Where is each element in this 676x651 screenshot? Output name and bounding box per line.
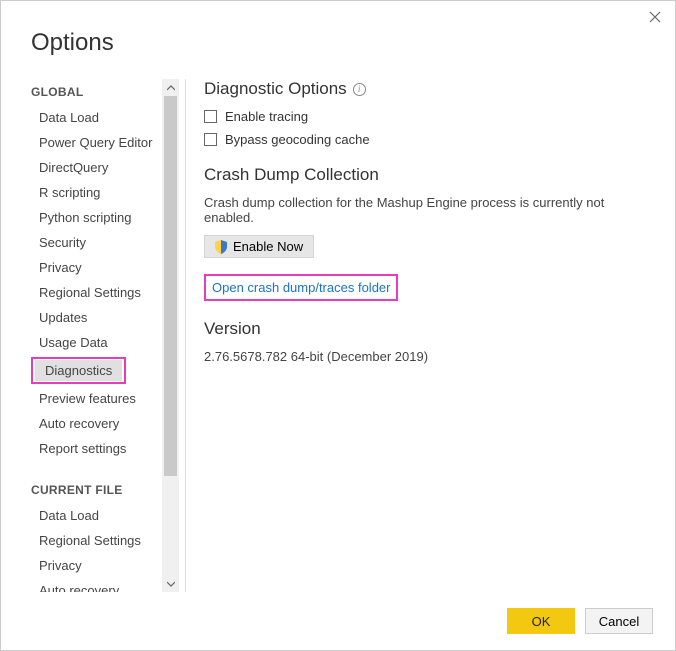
scroll-down-button[interactable] — [162, 575, 179, 592]
diagnostic-options-heading: Diagnostic Options i — [204, 79, 655, 99]
shield-icon — [215, 240, 227, 254]
open-folder-highlight: Open crash dump/traces folder — [204, 274, 398, 301]
vertical-divider — [185, 79, 186, 592]
ok-button[interactable]: OK — [507, 608, 575, 634]
open-crash-dump-folder-link[interactable]: Open crash dump/traces folder — [212, 280, 390, 295]
sidebar-item-power-query-editor[interactable]: Power Query Editor — [31, 130, 161, 155]
enable-now-label: Enable Now — [233, 239, 303, 254]
bypass-geocoding-checkbox[interactable] — [204, 133, 217, 146]
close-button[interactable] — [649, 11, 661, 27]
sidebar-item-updates[interactable]: Updates — [31, 305, 161, 330]
enable-now-button[interactable]: Enable Now — [204, 235, 314, 258]
info-icon[interactable]: i — [353, 83, 366, 96]
sidebar-item-cf-auto-recovery[interactable]: Auto recovery — [31, 578, 161, 592]
sidebar: GLOBAL Data Load Power Query Editor Dire… — [31, 79, 161, 592]
sidebar-item-r-scripting[interactable]: R scripting — [31, 180, 161, 205]
sidebar-item-auto-recovery[interactable]: Auto recovery — [31, 411, 161, 436]
version-text: 2.76.5678.782 64-bit (December 2019) — [204, 349, 655, 364]
sidebar-item-directquery[interactable]: DirectQuery — [31, 155, 161, 180]
open-folder-row: Open crash dump/traces folder — [204, 274, 655, 301]
options-dialog: Options GLOBAL Data Load Power Query Edi… — [0, 0, 676, 651]
section-header-global: GLOBAL — [31, 79, 161, 105]
dialog-title: Options — [1, 1, 675, 79]
close-icon — [649, 11, 661, 23]
diagnostic-options-heading-text: Diagnostic Options — [204, 79, 347, 99]
section-header-current-file: CURRENT FILE — [31, 477, 161, 503]
sidebar-item-python-scripting[interactable]: Python scripting — [31, 205, 161, 230]
sidebar-item-cf-privacy[interactable]: Privacy — [31, 553, 161, 578]
enable-tracing-row[interactable]: Enable tracing — [204, 109, 655, 124]
scroll-up-button[interactable] — [162, 79, 179, 96]
crash-dump-text: Crash dump collection for the Mashup Eng… — [204, 195, 655, 225]
sidebar-item-cf-regional-settings[interactable]: Regional Settings — [31, 528, 161, 553]
sidebar-item-cf-data-load[interactable]: Data Load — [31, 503, 161, 528]
sidebar-item-usage-data[interactable]: Usage Data — [31, 330, 161, 355]
chevron-down-icon — [167, 581, 175, 587]
chevron-up-icon — [167, 85, 175, 91]
dialog-footer: OK Cancel — [1, 592, 675, 650]
sidebar-item-diagnostics[interactable]: Diagnostics — [35, 360, 122, 381]
crash-dump-heading: Crash Dump Collection — [204, 165, 655, 185]
sidebar-wrap: GLOBAL Data Load Power Query Editor Dire… — [31, 79, 179, 592]
sidebar-item-privacy[interactable]: Privacy — [31, 255, 161, 280]
sidebar-item-report-settings[interactable]: Report settings — [31, 436, 161, 461]
content-row: GLOBAL Data Load Power Query Editor Dire… — [1, 79, 675, 592]
sidebar-item-preview-features[interactable]: Preview features — [31, 386, 161, 411]
main-panel: Diagnostic Options i Enable tracing Bypa… — [204, 79, 675, 592]
sidebar-item-security[interactable]: Security — [31, 230, 161, 255]
enable-tracing-checkbox[interactable] — [204, 110, 217, 123]
sidebar-scrollbar[interactable] — [162, 79, 179, 592]
version-heading: Version — [204, 319, 655, 339]
bypass-geocoding-label: Bypass geocoding cache — [225, 132, 370, 147]
scroll-thumb[interactable] — [164, 96, 177, 476]
sidebar-item-data-load[interactable]: Data Load — [31, 105, 161, 130]
cancel-button[interactable]: Cancel — [585, 608, 653, 634]
bypass-geocoding-row[interactable]: Bypass geocoding cache — [204, 132, 655, 147]
sidebar-item-diagnostics-highlight: Diagnostics — [31, 357, 126, 384]
sidebar-item-regional-settings[interactable]: Regional Settings — [31, 280, 161, 305]
enable-tracing-label: Enable tracing — [225, 109, 308, 124]
